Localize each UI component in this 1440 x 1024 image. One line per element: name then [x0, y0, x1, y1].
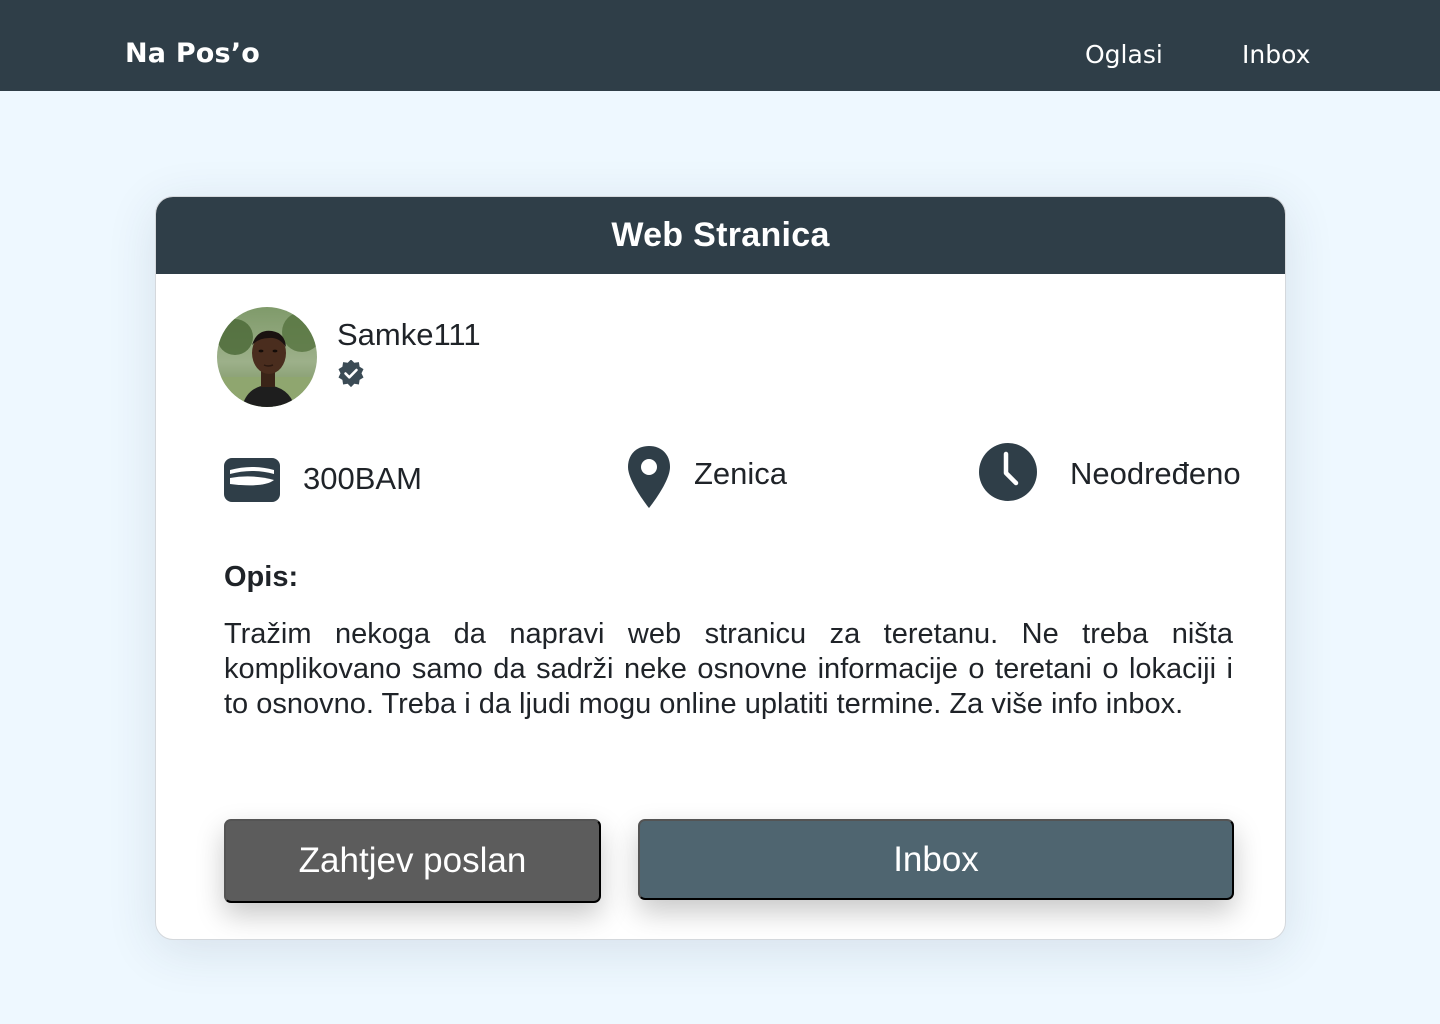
description-text: Tražim nekoga da napravi web stranicu za…	[224, 618, 1233, 720]
request-sent-button[interactable]: Zahtjev poslan	[224, 819, 601, 903]
price-value: 300BAM	[303, 461, 422, 496]
nav-link-inbox[interactable]: Inbox	[1242, 38, 1310, 72]
description-label: Opis:	[224, 561, 299, 593]
avatar[interactable]	[217, 307, 317, 407]
avatar-image	[217, 307, 317, 407]
inbox-button[interactable]: Inbox	[638, 819, 1234, 900]
listing-card: Web Stranica Samke111 300BAM Zenica Neod…	[155, 196, 1286, 940]
wallet-icon	[224, 458, 280, 502]
username[interactable]: Samke111	[337, 317, 481, 353]
location-pin-icon	[628, 446, 670, 508]
nav-link-oglasi[interactable]: Oglasi	[1085, 38, 1163, 72]
verified-badge-icon	[338, 360, 364, 388]
listing-title: Web Stranica	[611, 216, 830, 254]
navbar: Na Pos’o Oglasi Inbox	[0, 0, 1440, 91]
clock-icon	[979, 443, 1037, 501]
brand-logo[interactable]: Na Pos’o	[125, 36, 260, 72]
listing-header: Web Stranica	[156, 197, 1285, 274]
location-value: Zenica	[694, 456, 788, 491]
duration-value: Neodređeno	[1070, 456, 1241, 491]
